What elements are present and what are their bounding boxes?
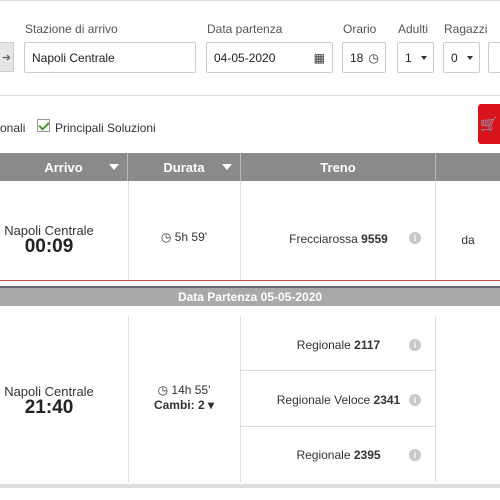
caret-down-icon: ▾	[208, 398, 215, 412]
children-label: Ragazzi	[444, 22, 488, 36]
train-name: Regionale Veloce	[276, 393, 371, 407]
departure-date-input[interactable]: 04-05-2020 ▦	[206, 42, 333, 73]
arrival-station-label: Stazione di arrivo	[25, 22, 118, 36]
main-solutions-checkbox[interactable]	[37, 119, 50, 132]
changes-value: Cambi: 2	[153, 398, 205, 412]
arrow-right-icon: ➜	[1, 51, 12, 64]
train-number: 2341	[373, 393, 401, 407]
duration: ◷ 14h 55'	[128, 383, 240, 397]
calendar-icon[interactable]: ▦	[314, 51, 325, 65]
cart-icon: 🛒	[480, 115, 498, 132]
header-duration-label: Durata	[163, 159, 205, 175]
time-value: 18	[350, 50, 364, 65]
children-value: 0	[451, 50, 458, 65]
sort-down-icon	[109, 164, 119, 170]
departure-date-label: Data partenza	[207, 22, 283, 36]
changes-toggle[interactable]: Cambi: 2 ▾	[128, 398, 240, 412]
info-icon[interactable]: i	[409, 232, 421, 244]
train-number: 9559	[361, 232, 388, 246]
header-price	[436, 153, 500, 181]
header-arrival-label: Arrivo	[44, 159, 83, 175]
clock-icon: ◷	[368, 51, 379, 65]
divider	[241, 426, 436, 427]
arrival-time: 00:09	[24, 236, 74, 257]
train-name: Regionale	[296, 338, 351, 352]
arrival-station-value: Napoli Centrale	[32, 50, 115, 65]
train-label: Regionale 2395	[241, 448, 436, 462]
divider	[435, 181, 436, 280]
adults-label: Adulti	[398, 22, 429, 36]
filter-partial-label: onali	[0, 121, 26, 135]
arrival-station-input[interactable]: Napoli Centrale	[24, 42, 196, 73]
info-icon[interactable]: i	[409, 449, 421, 461]
train-name: Regionale	[296, 448, 351, 462]
cart-button[interactable]: 🛒	[478, 104, 500, 144]
price-prefix: da	[461, 233, 475, 247]
info-icon[interactable]: i	[409, 394, 421, 406]
info-icon[interactable]: i	[409, 339, 421, 351]
table-header: Arrivo Durata Treno	[0, 153, 500, 181]
train-number: 2395	[353, 448, 381, 462]
header-train-label: Treno	[320, 159, 356, 175]
departure-date-value: 04-05-2020	[214, 50, 276, 65]
divider	[0, 484, 500, 488]
train-name: Frecciarossa	[289, 232, 358, 246]
duration: ◷ 5h 59'	[128, 230, 240, 244]
arrival-time: 21:40	[24, 397, 74, 418]
time-label: Orario	[343, 22, 377, 36]
children-select[interactable]: 0	[443, 42, 480, 73]
duration-value: 5h 59'	[174, 230, 208, 244]
adults-value: 1	[405, 50, 412, 65]
chevron-down-icon	[467, 56, 473, 60]
adults-select[interactable]: 1	[397, 42, 434, 73]
header-duration[interactable]: Durata	[128, 153, 241, 181]
train-label: Regionale Veloce 2341	[241, 393, 436, 407]
date-band: Data Partenza 05-05-2020	[0, 288, 500, 306]
table-row[interactable]: Napoli Centrale 21:40 ◷ 14h 55' Cambi: 2…	[0, 316, 500, 482]
divider	[241, 370, 436, 371]
train-search-results: ➜ Stazione di arrivo Napoli Centrale Dat…	[0, 0, 500, 500]
table-row[interactable]: Napoli Centrale 00:09 ◷ 5h 59' Frecciaro…	[0, 181, 500, 281]
clock-icon: ◷	[160, 230, 172, 244]
train-number: 2117	[354, 338, 381, 352]
main-solutions-label: Principali Soluzioni	[55, 121, 156, 135]
divider	[240, 181, 241, 280]
swap-stations-button[interactable]: ➜	[0, 42, 14, 72]
time-select[interactable]: 18 ◷	[342, 42, 386, 73]
extra-select[interactable]	[488, 42, 500, 73]
train-label: Regionale 2117	[241, 338, 436, 352]
chevron-down-icon	[421, 56, 427, 60]
clock-icon: ◷	[157, 383, 169, 397]
duration-value: 14h 55'	[171, 383, 211, 397]
search-bar: ➜ Stazione di arrivo Napoli Centrale Dat…	[0, 0, 500, 96]
train-label: Frecciarossa 9559	[241, 232, 436, 246]
sort-down-icon	[222, 164, 232, 170]
header-train: Treno	[241, 153, 436, 181]
header-arrival[interactable]: Arrivo	[0, 153, 128, 181]
